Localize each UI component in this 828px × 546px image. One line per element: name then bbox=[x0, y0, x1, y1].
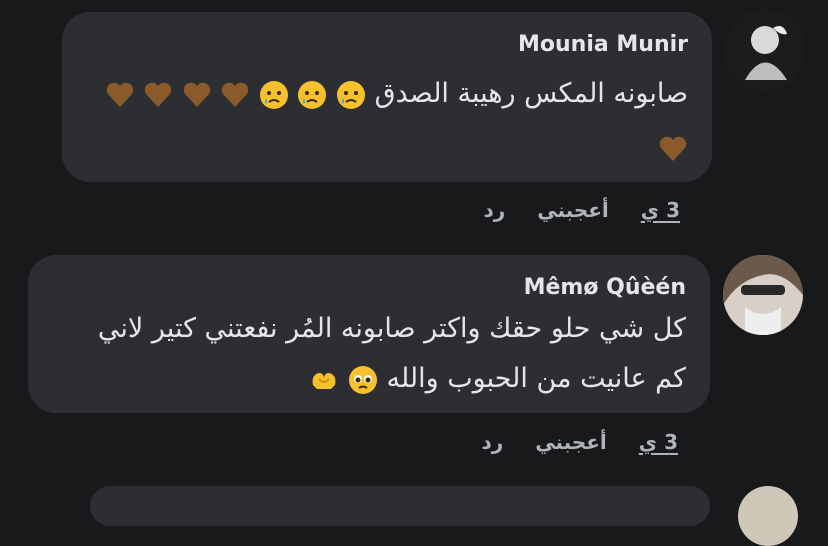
avatar-partial[interactable] bbox=[738, 486, 798, 546]
like-button[interactable]: أعجبني bbox=[537, 198, 609, 222]
comment-bubble: Mêmø Qûèén كل شي حلو حقك واكتر صابونه ال… bbox=[28, 255, 710, 413]
like-button[interactable]: أعجبني bbox=[535, 430, 607, 454]
comment-bubble-partial bbox=[90, 486, 710, 526]
avatar[interactable] bbox=[723, 255, 803, 335]
sad-tear-emoji-icon bbox=[298, 80, 327, 109]
sad-tear-emoji-icon bbox=[259, 80, 288, 109]
avatar-image bbox=[723, 255, 803, 335]
pleading-face-emoji-icon bbox=[348, 365, 377, 394]
brown-heart-icon bbox=[106, 82, 133, 107]
comment-bubble: Mounia Munir صابونه المكس رهيبة الصدق bbox=[62, 12, 712, 182]
comment-author[interactable]: Mêmø Qûèén bbox=[524, 275, 686, 300]
comment-timestamp[interactable]: 3 ي bbox=[641, 198, 680, 222]
comment-text: صابونه المكس رهيبة الصدق bbox=[86, 72, 688, 170]
comment-text-line: صابونه المكس رهيبة الصدق bbox=[374, 78, 688, 109]
brown-heart-icon bbox=[183, 82, 210, 107]
sad-tear-emoji-icon bbox=[337, 80, 366, 109]
brown-heart-icon bbox=[222, 82, 249, 107]
comment-text: كل شي حلو حقك واكتر صابونه المُر نفعتني … bbox=[52, 307, 686, 401]
comment-actions: 3 ي أعجبني رد bbox=[482, 430, 679, 454]
avatar[interactable] bbox=[725, 10, 805, 90]
comment-author[interactable]: Mounia Munir bbox=[518, 32, 688, 57]
reply-button[interactable]: رد bbox=[484, 198, 506, 222]
comment-text-line: كل شي حلو حقك واكتر صابونه المُر نفعتني … bbox=[97, 313, 686, 344]
avatar-image bbox=[725, 10, 805, 90]
heart-hands-icon bbox=[312, 372, 336, 389]
reply-button[interactable]: رد bbox=[482, 430, 504, 454]
comment-text-line: كم عانيت من الحبوب والله bbox=[386, 363, 686, 394]
comment-timestamp[interactable]: 3 ي bbox=[639, 430, 678, 454]
comment-actions: 3 ي أعجبني رد bbox=[484, 198, 681, 222]
brown-heart-icon bbox=[659, 136, 687, 161]
brown-heart-icon bbox=[144, 82, 172, 107]
